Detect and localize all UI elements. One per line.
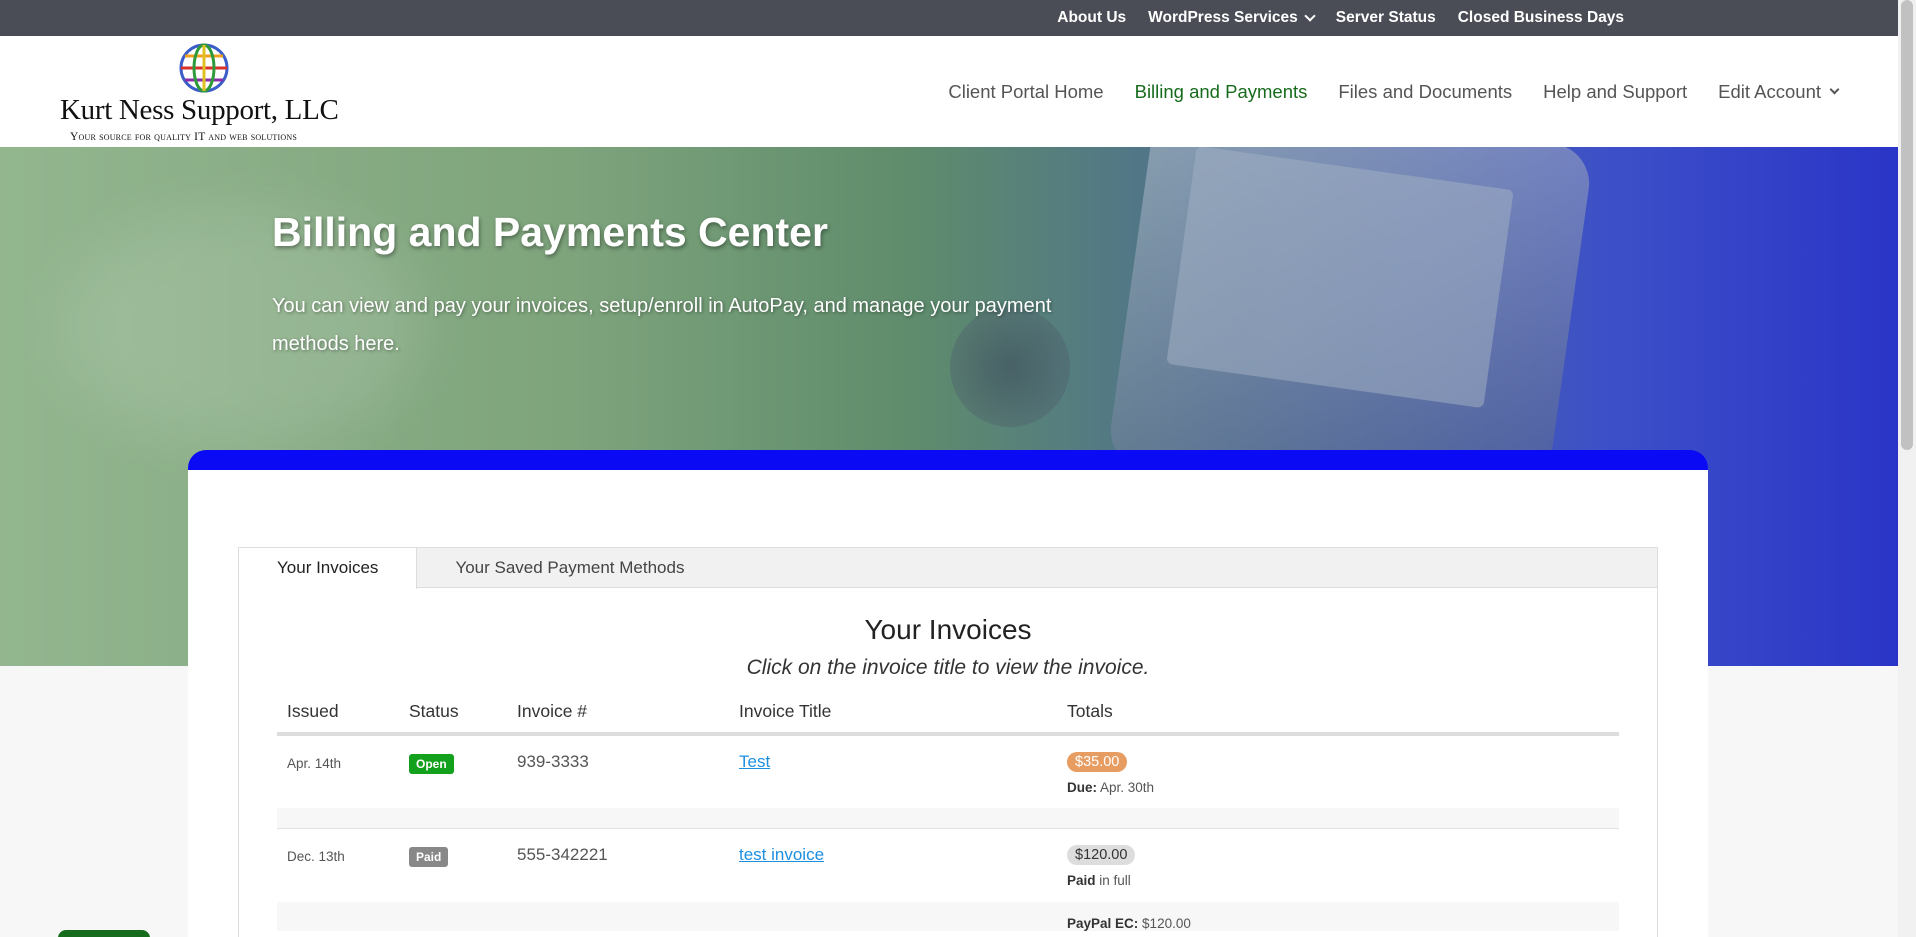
issued-date: Apr. 14th	[287, 756, 342, 771]
billing-card: Your Invoices Your Saved Payment Methods…	[188, 450, 1708, 937]
nav-help-and-support[interactable]: Help and Support	[1543, 81, 1687, 103]
table-row: Dec. 13th Paid 555-342221 test invoice $…	[277, 828, 1619, 902]
status-badge: Paid	[409, 846, 449, 867]
column-header-invoice-title: Invoice Title	[729, 690, 1057, 736]
row-spacer	[277, 808, 1619, 829]
invoice-number: 939-3333	[517, 752, 589, 771]
invoice-number: 555-342221	[517, 844, 608, 864]
about-us-link[interactable]: About Us	[1057, 9, 1126, 27]
paid-value: in full	[1095, 872, 1131, 888]
logo-company-name: Kurt Ness Support, LLC	[60, 94, 339, 126]
invoice-title-link[interactable]: Test	[739, 752, 770, 771]
invoice-total-pill: $35.00	[1067, 752, 1128, 772]
wordpress-services-label: WordPress Services	[1148, 9, 1298, 26]
column-header-invoice-number: Invoice #	[507, 690, 729, 736]
top-utility-bar: About Us WordPress Services Server Statu…	[0, 0, 1898, 36]
nav-edit-account-label: Edit Account	[1718, 80, 1821, 102]
page-description: You can view and pay your invoices, setu…	[272, 295, 1052, 355]
tab-bar: Your Invoices Your Saved Payment Methods	[239, 548, 1657, 589]
table-header-row: Issued Status Invoice # Invoice Title To…	[277, 690, 1619, 736]
payment-method-amount: $120.00	[1138, 916, 1191, 931]
closed-business-days-link[interactable]: Closed Business Days	[1458, 9, 1624, 27]
chevron-down-icon	[1304, 10, 1316, 22]
payment-method-label: PayPal EC:	[1067, 916, 1139, 931]
server-status-link[interactable]: Server Status	[1336, 9, 1436, 27]
nav-billing-and-payments[interactable]: Billing and Payments	[1135, 81, 1308, 103]
globe-logo-icon	[179, 43, 229, 93]
nav-files-and-documents[interactable]: Files and Documents	[1338, 81, 1512, 103]
column-header-status: Status	[399, 690, 507, 736]
hero-phone-screen	[1166, 147, 1514, 409]
site-header: Kurt Ness Support, LLC Your source for q…	[0, 36, 1898, 147]
column-header-issued: Issued	[277, 690, 399, 736]
invoices-instruction: Click on the invoice title to view the i…	[746, 656, 1150, 679]
invoices-heading: Your Invoices	[864, 614, 1032, 645]
page-scrollbar[interactable]	[1898, 0, 1916, 937]
invoice-total-pill: $120.00	[1067, 844, 1136, 865]
utility-nav: About Us WordPress Services Server Statu…	[1057, 0, 1624, 36]
site-logo[interactable]: Kurt Ness Support, LLC Your source for q…	[60, 42, 360, 143]
logo-tagline: Your source for quality IT and web solut…	[70, 131, 297, 143]
page-title: Billing and Payments Center	[272, 209, 828, 255]
payment-method-detail: PayPal EC: $120.00	[1067, 916, 1619, 931]
issued-date: Dec. 13th	[287, 848, 345, 864]
main-nav: Client Portal Home Billing and Payments …	[948, 36, 1840, 147]
tab-your-invoices[interactable]: Your Invoices	[239, 548, 418, 589]
invoice-paid-status: Paid in full	[1067, 873, 1619, 888]
due-value: Apr. 30th	[1097, 780, 1155, 795]
floating-help-button[interactable]	[58, 930, 150, 937]
invoice-title-link[interactable]: test invoice	[739, 845, 824, 864]
paid-label: Paid	[1067, 872, 1096, 888]
column-header-totals: Totals	[1057, 690, 1619, 736]
wordpress-services-link[interactable]: WordPress Services	[1148, 9, 1316, 27]
invoice-due-date: Due: Apr. 30th	[1067, 780, 1619, 795]
chevron-down-icon	[1829, 84, 1840, 95]
payment-detail-row: PayPal EC: $120.00	[277, 902, 1619, 931]
invoices-table: Issued Status Invoice # Invoice Title To…	[277, 690, 1619, 931]
tab-saved-payment-methods[interactable]: Your Saved Payment Methods	[417, 548, 722, 588]
status-badge: Open	[409, 754, 454, 774]
billing-tabs: Your Invoices Your Saved Payment Methods…	[238, 547, 1658, 937]
scrollbar-thumb[interactable]	[1901, 0, 1913, 450]
table-row: Apr. 14th Open 939-3333 Test $35.00 Due:…	[277, 734, 1619, 808]
nav-edit-account[interactable]: Edit Account	[1718, 80, 1840, 103]
due-label: Due:	[1067, 780, 1097, 795]
nav-client-portal-home[interactable]: Client Portal Home	[948, 81, 1103, 103]
